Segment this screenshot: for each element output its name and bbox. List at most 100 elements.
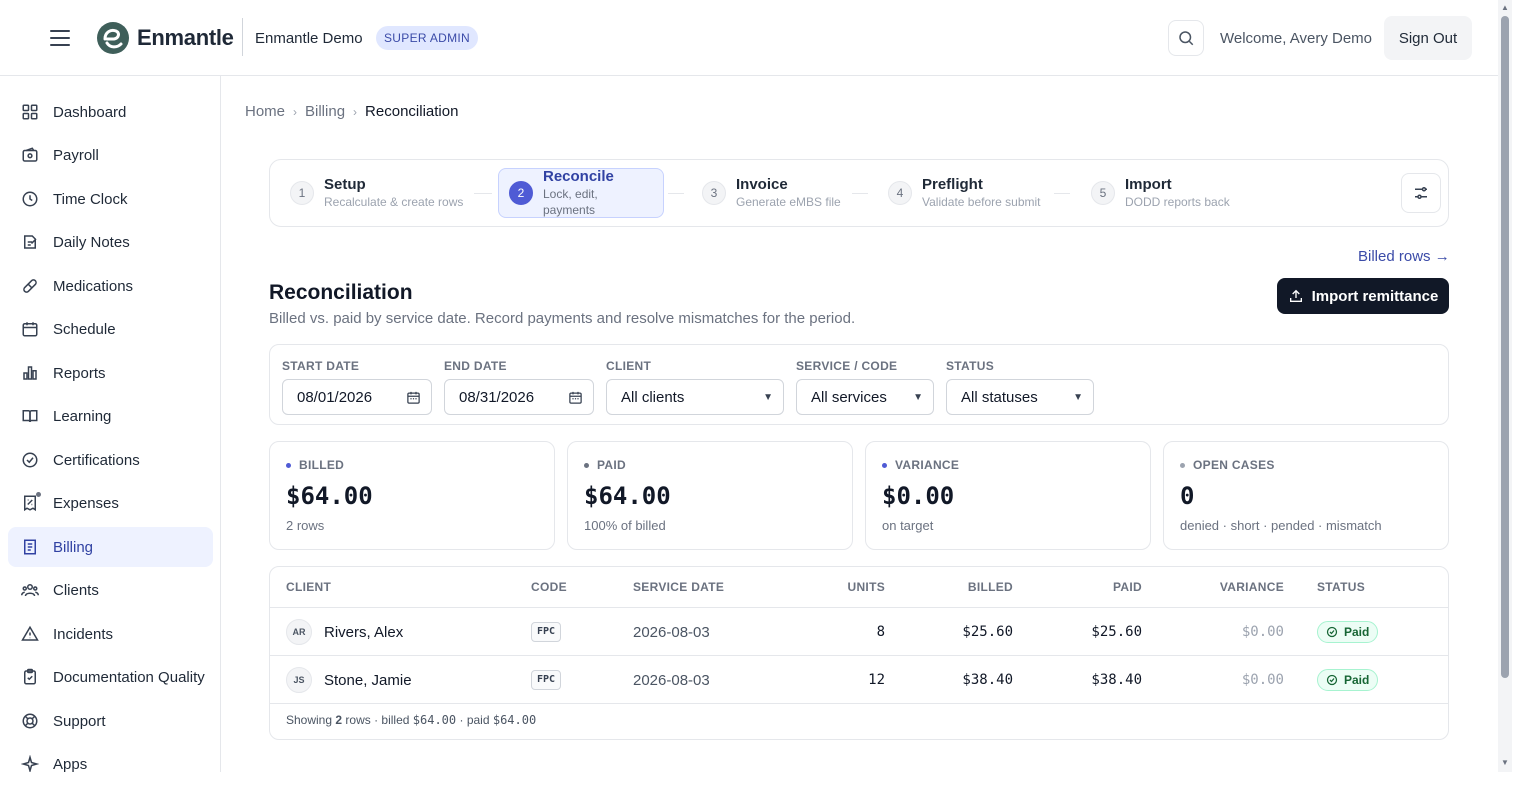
billed-cell: $25.60 (962, 624, 1013, 640)
step-title: Invoice (736, 176, 788, 193)
card-label: OPEN CASES (1193, 458, 1275, 472)
sidebar-item-learning[interactable]: Learning (8, 396, 213, 436)
status-dot (286, 462, 291, 468)
footer-row-count: 2 (335, 713, 343, 727)
code-cell: FPC (531, 656, 562, 704)
table-row[interactable]: JS Stone, Jamie FPC 2026-08-03 12 $38.40… (270, 656, 1448, 704)
start-date-input[interactable]: 08/01/2026 (282, 379, 432, 415)
step-subtitle: DODD reports back (1125, 195, 1230, 209)
filter-label: CLIENT (606, 359, 652, 373)
sidebar-item-expenses[interactable]: Expenses (8, 483, 213, 523)
service-select[interactable]: All services ▼ (796, 379, 934, 415)
sidebar-item-schedule[interactable]: Schedule (8, 309, 213, 349)
sidebar-item-clients[interactable]: Clients (8, 570, 213, 610)
column-header-units[interactable]: UNITS (848, 580, 886, 594)
sidebar-item-dashboard[interactable]: Dashboard (8, 92, 213, 132)
breadcrumb-billing[interactable]: Billing (305, 103, 345, 120)
org-name: Enmantle Demo (255, 30, 363, 47)
billed-rows-link[interactable]: Billed rows → (1358, 248, 1450, 265)
welcome-text: Welcome, Avery Demo (1220, 30, 1372, 47)
filter-label: END DATE (444, 359, 507, 373)
header-divider (242, 18, 243, 56)
client-name[interactable]: Rivers, Alex (324, 624, 403, 641)
reconciliation-table: CLIENT CODE SERVICE DATE UNITS BILLED PA… (269, 566, 1449, 740)
column-header-code[interactable]: CODE (531, 580, 567, 594)
brand-logo[interactable]: Enmantle (95, 20, 234, 56)
scroll-down-icon[interactable]: ▼ (1501, 758, 1509, 767)
step-invoice[interactable]: 3 Invoice Generate eMBS file (692, 168, 853, 218)
chevron-right-icon: › (293, 104, 298, 119)
column-header-billed[interactable]: BILLED (968, 580, 1013, 594)
filter-label: SERVICE / CODE (796, 359, 898, 373)
sidebar-item-label: Time Clock (53, 190, 128, 208)
step-title: Reconcile (543, 168, 614, 185)
step-import[interactable]: 5 Import DODD reports back (1081, 168, 1242, 218)
sliders-icon (1415, 187, 1427, 199)
sidebar-item-incidents[interactable]: Incidents (8, 614, 213, 654)
upload-icon (1289, 289, 1302, 302)
bar-chart-icon (23, 366, 37, 380)
sidebar-item-documentation-quality[interactable]: Documentation Quality (8, 657, 213, 697)
sidebar-item-daily-notes[interactable]: Daily Notes (8, 222, 213, 262)
scroll-thumb[interactable] (1501, 16, 1509, 678)
card-value: $64.00 (584, 482, 671, 510)
sidebar-item-reports[interactable]: Reports (8, 353, 213, 393)
scroll-up-icon[interactable]: ▲ (1501, 3, 1509, 12)
sidebar-item-billing[interactable]: Billing (8, 527, 213, 567)
check-circle-icon (22, 452, 38, 468)
calendar-icon[interactable] (568, 390, 583, 405)
units-cell: 8 (876, 624, 885, 640)
sidebar-item-time-clock[interactable]: Time Clock (8, 179, 213, 219)
pill-icon (23, 279, 37, 293)
lifebuoy-icon (22, 713, 38, 729)
client-select[interactable]: All clients ▼ (606, 379, 784, 415)
step-connector (668, 193, 684, 194)
sidebar-item-label: Dashboard (53, 103, 127, 121)
column-header-variance[interactable]: VARIANCE (1220, 580, 1284, 594)
service-date-cell: 2026-08-03 (633, 671, 710, 689)
bottom-strip (0, 772, 1536, 812)
stepper-settings-button[interactable] (1401, 173, 1441, 213)
step-preflight[interactable]: 4 Preflight Validate before submit (878, 168, 1053, 218)
footer-paid-word: · paid (459, 713, 490, 727)
column-header-service-date[interactable]: SERVICE DATE (633, 580, 724, 594)
sidebar-item-certifications[interactable]: Certifications (8, 440, 213, 480)
search-button[interactable] (1168, 20, 1204, 56)
column-header-client[interactable]: CLIENT (286, 580, 331, 594)
end-date-input[interactable]: 08/31/2026 (444, 379, 594, 415)
sidebar-item-support[interactable]: Support (8, 701, 213, 741)
sidebar-item-label: Daily Notes (53, 233, 130, 251)
column-header-paid[interactable]: PAID (1113, 580, 1142, 594)
sidebar-item-label: Certifications (53, 451, 140, 469)
import-remittance-button[interactable]: Import remittance (1277, 278, 1449, 314)
step-setup[interactable]: 1 Setup Recalculate & create rows (280, 168, 475, 218)
step-reconcile[interactable]: 2 Reconcile Lock, edit, payments (498, 168, 664, 218)
document-icon (24, 539, 36, 555)
sidebar-item-payroll[interactable]: Payroll (8, 135, 213, 175)
search-icon (1179, 31, 1194, 46)
page-scrollbar[interactable]: ▲ ▼ (1498, 0, 1512, 772)
card-value: $0.00 (882, 482, 955, 510)
code-chip: FPC (531, 622, 562, 642)
sign-out-button[interactable]: Sign Out (1384, 16, 1472, 60)
paid-card: PAID $64.00 100% of billed (567, 441, 853, 550)
end-date-value: 08/31/2026 (459, 388, 535, 406)
sidebar-item-label: Medications (53, 277, 134, 295)
status-cell: Paid (1317, 608, 1379, 656)
footer-paid-total: $64.00 (492, 713, 537, 727)
wallet-icon (22, 147, 38, 162)
sidebar-item-medications[interactable]: Medications (8, 266, 213, 306)
status-select[interactable]: All statuses ▼ (946, 379, 1094, 415)
filters-panel: START DATE 08/01/2026 END DATE 08/31/202… (269, 344, 1449, 425)
client-name[interactable]: Stone, Jamie (324, 672, 412, 689)
calendar-icon[interactable] (406, 390, 421, 405)
menu-icon[interactable] (48, 26, 72, 50)
step-title: Import (1125, 176, 1172, 193)
column-header-status[interactable]: STATUS (1317, 580, 1365, 594)
table-row[interactable]: AR Rivers, Alex FPC 2026-08-03 8 $25.60 … (270, 608, 1448, 656)
step-number: 4 (888, 181, 912, 205)
units-cell: 12 (868, 672, 885, 688)
breadcrumb-home[interactable]: Home (245, 103, 285, 120)
step-title: Setup (324, 176, 366, 193)
page-subtitle: Billed vs. paid by service date. Record … (269, 310, 856, 327)
